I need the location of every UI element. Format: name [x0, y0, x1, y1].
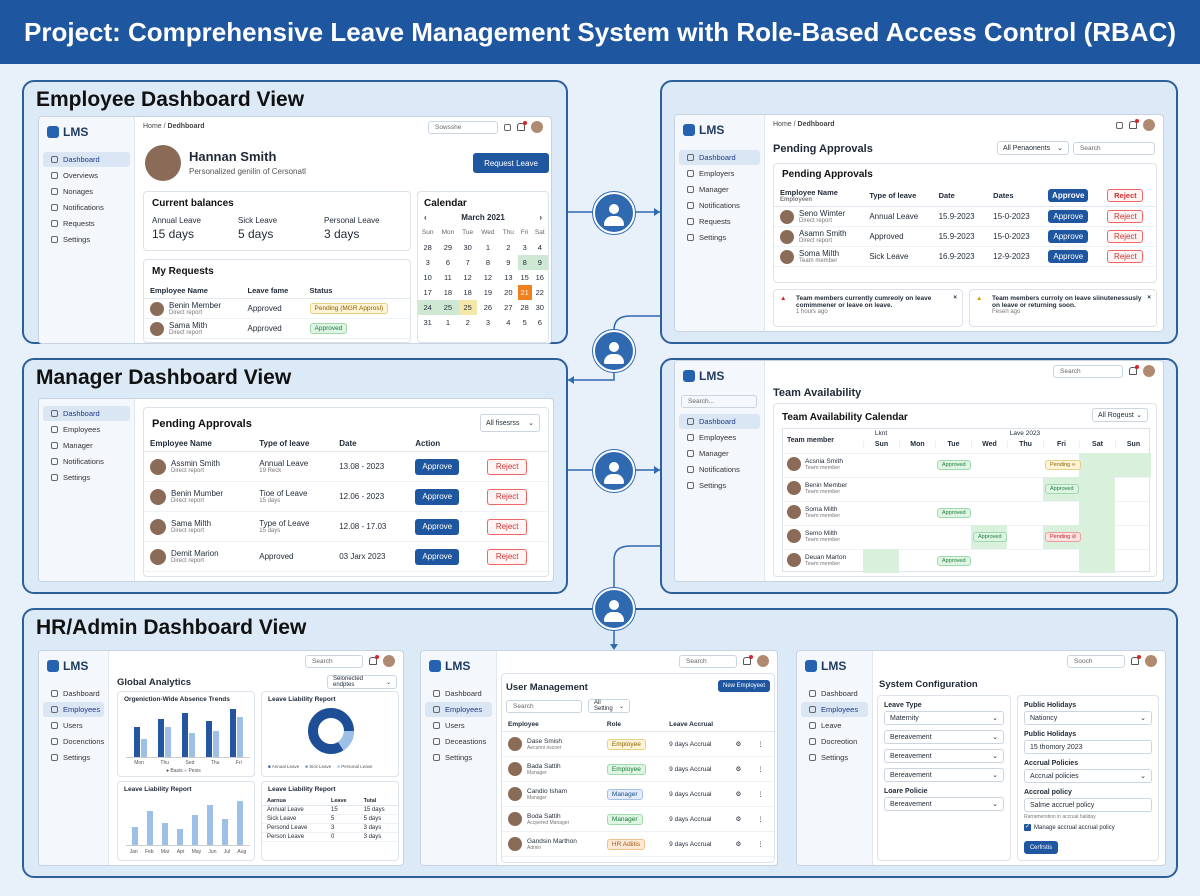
- employee-role-icon: [593, 192, 635, 234]
- connector-line: [568, 372, 615, 381]
- flow-connectors: [568, 208, 660, 650]
- admin-role-icon: [593, 588, 635, 630]
- connector-line: [613, 545, 660, 590]
- manager-role-icon: [593, 450, 635, 492]
- arrow-head: [654, 208, 660, 216]
- user-role-icon: [593, 330, 635, 372]
- arrow-head: [568, 376, 574, 384]
- arrow-head: [610, 644, 618, 650]
- connector-line: [613, 315, 660, 332]
- arrow-head: [654, 466, 660, 474]
